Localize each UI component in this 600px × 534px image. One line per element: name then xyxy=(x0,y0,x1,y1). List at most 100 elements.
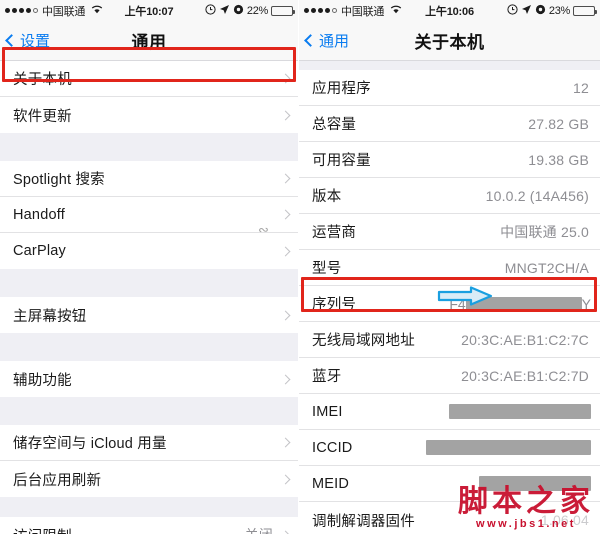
list-item-about-this-device[interactable]: 关于本机 xyxy=(0,61,298,97)
list-item-label: 关于本机 xyxy=(13,72,72,88)
pen-scribble-mark: ∾ xyxy=(258,222,269,237)
list-item-label: 软件更新 xyxy=(13,108,72,125)
info-row-wifi-address: 无线局域网地址 20:3C:AE:B1:C2:7C xyxy=(299,322,600,358)
list-group-home-button: 主屏幕按钮 xyxy=(0,297,298,333)
redaction-bar xyxy=(426,440,591,455)
list-item-label: Spotlight 搜索 xyxy=(13,172,105,188)
alarm-clock-icon xyxy=(507,3,518,18)
list-item-label: 后台应用刷新 xyxy=(13,472,102,489)
info-row-value: 19.38 GB xyxy=(528,151,589,168)
back-button-label: 设置 xyxy=(20,33,51,50)
chevron-right-icon xyxy=(280,73,291,84)
redaction-bar xyxy=(449,404,591,419)
info-row-label: 无线局域网地址 xyxy=(312,333,415,349)
list-item-label: 储存空间与 iCloud 用量 xyxy=(13,436,167,452)
info-row-value xyxy=(449,404,591,419)
info-row-version: 版本 10.0.2 (14A456) xyxy=(299,178,600,214)
right-phone-screen: 中国联通 上午10:06 23% 通用 关于本机 应用程序 12 总容量 27.… xyxy=(299,0,600,534)
settings-general-list: 关于本机 软件更新 Spotlight 搜索 Handoff CarPlay 主… xyxy=(0,61,298,534)
info-row-label: 可用容量 xyxy=(312,153,371,169)
info-row-value: 20:3C:AE:B1:C2:7C xyxy=(461,331,589,348)
list-group-separator xyxy=(0,497,298,517)
back-button-label: 通用 xyxy=(319,33,350,50)
info-row-label: 序列号 xyxy=(312,297,357,313)
rotation-lock-icon xyxy=(535,4,546,18)
chevron-right-icon xyxy=(280,310,291,320)
info-row-label: MEID xyxy=(312,475,350,492)
nav-bar-left: 设置 通用 xyxy=(0,21,298,61)
list-item-label: 辅助功能 xyxy=(13,372,72,389)
list-item-value: 关闭 xyxy=(245,525,275,534)
list-item-restrictions[interactable]: 访问限制 关闭 xyxy=(0,517,298,534)
chevron-right-icon xyxy=(280,173,291,184)
list-item-label: CarPlay xyxy=(13,243,66,259)
info-row-applications: 应用程序 12 xyxy=(299,70,600,106)
back-button-settings[interactable]: 设置 xyxy=(0,30,50,51)
list-item-handoff[interactable]: Handoff xyxy=(0,197,298,233)
location-arrow-icon xyxy=(521,4,532,18)
chevron-right-icon xyxy=(280,246,291,256)
redaction-bar xyxy=(479,476,591,491)
info-row-value: 10.0.2 (14A456) xyxy=(485,187,589,204)
info-row-label: 运营商 xyxy=(312,225,357,241)
info-row-label: 总容量 xyxy=(312,117,357,133)
info-row-carrier: 运营商 中国联通 25.0 xyxy=(299,214,600,250)
info-row-label: 调制解调器固件 xyxy=(312,513,415,530)
blue-arrow-pointing-to-serial-number xyxy=(437,286,493,311)
chevron-left-icon xyxy=(304,34,317,47)
list-group-separator xyxy=(0,269,298,297)
info-row-iccid: ICCID xyxy=(299,430,600,466)
list-item-home-button[interactable]: 主屏幕按钮 xyxy=(0,297,298,333)
location-arrow-icon xyxy=(219,4,230,18)
dual-screenshot-container: 中国联通 上午10:07 22% 设置 通用 关于本机 软件更新 Spotlig… xyxy=(0,0,600,534)
list-group-spotlight: Spotlight 搜索 Handoff CarPlay xyxy=(0,161,298,269)
info-row-value: 12 xyxy=(573,79,589,96)
chevron-right-icon xyxy=(280,209,291,220)
info-row-value: 中国联通 25.0 xyxy=(500,223,589,240)
info-row-value: 1.06.04 xyxy=(540,512,589,528)
list-item-label: 访问限制 xyxy=(13,525,72,534)
info-row-available-capacity: 可用容量 19.38 GB xyxy=(299,142,600,178)
info-row-label: IMEI xyxy=(312,403,343,420)
info-row-meid: MEID xyxy=(299,466,600,502)
list-item-software-update[interactable]: 软件更新 xyxy=(0,97,298,133)
chevron-right-icon xyxy=(280,474,291,484)
info-row-model: 型号 MNGT2CH/A xyxy=(299,250,600,286)
list-group-separator xyxy=(0,133,298,161)
info-row-label: 型号 xyxy=(312,261,342,277)
list-item-background-app-refresh[interactable]: 后台应用刷新 xyxy=(0,461,298,497)
status-bar-right-group: 23% xyxy=(507,3,597,18)
info-row-label: 蓝牙 xyxy=(312,369,342,385)
list-item-accessibility[interactable]: 辅助功能 xyxy=(0,361,298,397)
status-bar-left: 中国联通 上午10:07 22% xyxy=(0,0,298,21)
left-phone-screen: 中国联通 上午10:07 22% 设置 通用 关于本机 软件更新 Spotlig… xyxy=(0,0,299,534)
list-item-storage-icloud-usage[interactable]: 储存空间与 iCloud 用量 xyxy=(0,425,298,461)
list-item-label: Handoff xyxy=(13,206,65,223)
info-row-modem-firmware: 调制解调器固件 1.06.04 xyxy=(299,502,600,534)
info-row-value: 27.82 GB xyxy=(528,115,589,132)
nav-bar-right: 通用 关于本机 xyxy=(299,21,600,61)
info-row-value: MNGT2CH/A xyxy=(504,259,589,276)
info-row-label: 版本 xyxy=(312,189,342,205)
list-item-spotlight-search[interactable]: Spotlight 搜索 xyxy=(0,161,298,197)
chevron-left-icon xyxy=(5,34,18,47)
info-row-bluetooth: 蓝牙 20:3C:AE:B1:C2:7D xyxy=(299,358,600,394)
info-row-value xyxy=(426,440,591,455)
info-row-value xyxy=(479,476,591,491)
chevron-right-icon xyxy=(280,110,291,120)
info-row-label: 应用程序 xyxy=(312,81,371,97)
battery-percent-label: 23% xyxy=(548,4,570,17)
battery-icon xyxy=(271,5,295,16)
info-row-label: ICCID xyxy=(312,439,353,456)
list-group-restrictions: 访问限制 关闭 xyxy=(0,517,298,534)
battery-icon xyxy=(573,5,597,16)
list-group-accessibility: 辅助功能 xyxy=(0,361,298,397)
list-item-carplay[interactable]: CarPlay xyxy=(0,233,298,269)
info-row-value: 20:3C:AE:B1:C2:7D xyxy=(461,367,589,384)
chevron-right-icon xyxy=(280,530,291,534)
info-row-total-capacity: 总容量 27.82 GB xyxy=(299,106,600,142)
serial-suffix: Y xyxy=(581,295,591,312)
list-group-storage: 储存空间与 iCloud 用量 后台应用刷新 xyxy=(0,425,298,497)
back-button-general[interactable]: 通用 xyxy=(299,30,349,51)
status-bar-right-group: 22% xyxy=(205,3,295,18)
